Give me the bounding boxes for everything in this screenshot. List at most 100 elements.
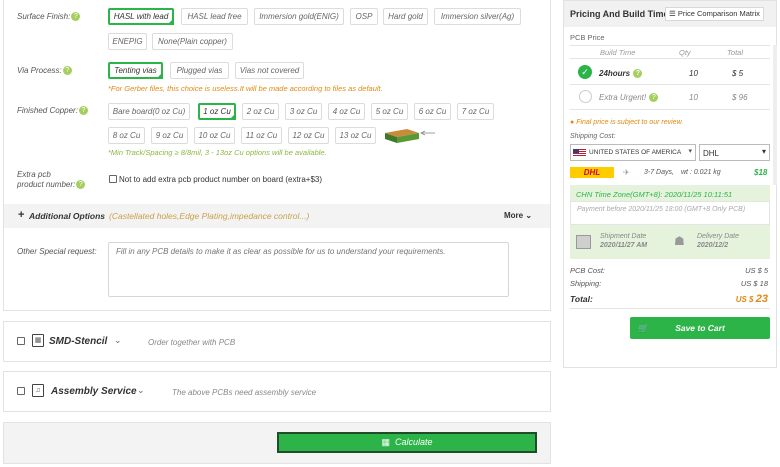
no-extra-number-checkbox[interactable] bbox=[109, 175, 117, 183]
us-flag-icon bbox=[573, 149, 586, 157]
table-icon: ☰ bbox=[669, 9, 676, 18]
carrier-value: DHL bbox=[703, 149, 720, 158]
help-icon[interactable]: ? bbox=[633, 69, 643, 79]
more-toggle[interactable]: More ⌄ bbox=[504, 211, 532, 220]
option-7oz-cu[interactable]: 7 oz Cu bbox=[457, 103, 494, 120]
option-2oz-cu[interactable]: 2 oz Cu bbox=[242, 103, 279, 120]
row-24hours-radio[interactable]: ✓ bbox=[578, 65, 592, 79]
smd-stencil-desc: Order together with PCB bbox=[148, 338, 236, 347]
chevron-down-icon: ⌄ bbox=[525, 211, 533, 220]
option-osp[interactable]: OSP bbox=[350, 8, 378, 25]
row-urgent-radio[interactable] bbox=[579, 90, 592, 103]
country-value: UNITED STATES OF AMERICA bbox=[589, 149, 682, 156]
timezone-text: CHN Time Zone(GMT+8): 2020/11/25 10:11:5… bbox=[576, 190, 733, 199]
country-select[interactable]: UNITED STATES OF AMERICA ▾ bbox=[570, 144, 696, 161]
smd-stencil-checkbox[interactable] bbox=[17, 337, 25, 345]
pcb-options-panel: Surface Finish:? HASL with lead HASL lea… bbox=[3, 0, 551, 311]
scrollbar[interactable] bbox=[773, 45, 777, 185]
pcb-copper-illustration-icon bbox=[383, 127, 441, 145]
col-qty: Qty bbox=[679, 48, 691, 57]
save-to-cart-button[interactable]: 🛒 Save to Cart bbox=[630, 317, 770, 339]
surface-finish-label: Surface Finish:? bbox=[17, 12, 81, 22]
special-request-label: Other Special request: bbox=[17, 247, 97, 256]
total-label: Total: bbox=[570, 294, 593, 304]
final-price-note: ● Final price is subject to our review. bbox=[570, 119, 684, 126]
option-6oz-cu[interactable]: 6 oz Cu bbox=[414, 103, 451, 120]
assembly-checkbox[interactable] bbox=[17, 387, 25, 395]
finished-copper-label: Finished Copper:? bbox=[17, 106, 88, 116]
option-vias-not-covered[interactable]: Vias not covered bbox=[235, 62, 304, 79]
info-icon: ● bbox=[570, 119, 575, 126]
chevron-down-icon[interactable]: ⌄ bbox=[137, 385, 145, 396]
delivery-date: 2020/12/2 bbox=[697, 242, 729, 249]
option-enepig[interactable]: ENEPIG bbox=[108, 33, 147, 50]
row-urgent-qty: 10 bbox=[689, 93, 698, 102]
option-11oz-cu[interactable]: 11 oz Cu bbox=[241, 127, 282, 144]
help-icon[interactable]: ? bbox=[649, 93, 659, 103]
col-total: Total bbox=[727, 48, 743, 57]
assembly-title[interactable]: Assembly Service bbox=[51, 386, 137, 397]
option-hard-gold[interactable]: Hard gold bbox=[383, 8, 428, 25]
plus-icon: + bbox=[18, 209, 25, 221]
option-hasl-lead-free[interactable]: HASL lead free bbox=[181, 8, 248, 25]
chevron-down-icon: ▾ bbox=[761, 147, 766, 156]
option-10oz-cu[interactable]: 10 oz Cu bbox=[194, 127, 235, 144]
smd-stencil-title[interactable]: SMD-Stencil bbox=[49, 336, 107, 347]
option-tenting-vias[interactable]: Tenting vias bbox=[108, 62, 163, 79]
help-icon[interactable]: ? bbox=[71, 12, 81, 22]
delivery-label: Delivery Date bbox=[697, 233, 740, 240]
smd-stencil-panel: ▦ SMD-Stencil ⌄ Order together with PCB bbox=[3, 321, 551, 362]
price-matrix-button[interactable]: ☰ Price Comparison Matrix bbox=[665, 7, 764, 21]
option-hasl-with-lead[interactable]: HASL with lead bbox=[108, 8, 174, 25]
calculate-button[interactable]: ▦ Calculate bbox=[277, 432, 537, 453]
plane-icon: ✈ bbox=[623, 168, 630, 177]
pricing-header: Pricing And Build Time ☰ Price Compariso… bbox=[564, 1, 776, 27]
help-icon[interactable]: ? bbox=[76, 180, 86, 190]
ship-days: 3-7 Days, bbox=[644, 169, 674, 176]
option-enig[interactable]: Immersion gold(ENIG) bbox=[254, 8, 344, 25]
chevron-down-icon[interactable]: ⌄ bbox=[114, 335, 122, 346]
pcb-price-label: PCB Price bbox=[570, 33, 605, 42]
extra-number-label: Extra pcb product number:? bbox=[17, 170, 86, 190]
row-urgent-total: $ 96 bbox=[732, 93, 748, 102]
special-request-input[interactable] bbox=[108, 242, 509, 297]
assembly-desc: The above PCBs need assembly service bbox=[172, 388, 317, 397]
option-1oz-cu[interactable]: 1 oz Cu bbox=[198, 103, 236, 120]
row-24hours-qty: 10 bbox=[689, 69, 698, 78]
carrier-select[interactable]: DHL ▾ bbox=[699, 144, 770, 161]
pricing-panel: Pricing And Build Time ☰ Price Compariso… bbox=[563, 0, 777, 368]
stencil-icon: ▦ bbox=[32, 334, 44, 347]
row-24hours-time: 24hours ? bbox=[599, 69, 643, 79]
shipping-cost-label: Shipping Cost: bbox=[570, 133, 616, 140]
pcb-cost-value: US $ 5 bbox=[745, 266, 768, 275]
pcb-cost-label: PCB Cost: bbox=[570, 266, 606, 275]
option-12oz-cu[interactable]: 12 oz Cu bbox=[288, 127, 329, 144]
option-plugged-vias[interactable]: Plugged vias bbox=[170, 62, 229, 79]
option-4oz-cu[interactable]: 4 oz Cu bbox=[328, 103, 365, 120]
dhl-logo: DHL bbox=[570, 167, 614, 178]
option-8oz-cu[interactable]: 8 oz Cu bbox=[108, 127, 145, 144]
option-5oz-cu[interactable]: 5 oz Cu bbox=[371, 103, 408, 120]
option-13oz-cu[interactable]: 13 oz Cu bbox=[335, 127, 376, 144]
help-icon[interactable]: ? bbox=[62, 66, 72, 76]
option-immersion-silver[interactable]: Immersion silver(Ag) bbox=[434, 8, 521, 25]
col-build-time: Build Time bbox=[600, 48, 636, 57]
copper-note: *Min Track/Spacing ≥ 8/8mil, 3 - 13oz Cu… bbox=[108, 148, 327, 157]
help-icon[interactable]: ? bbox=[78, 106, 88, 116]
calculate-bar: ▦ Calculate bbox=[3, 422, 551, 464]
via-process-note: *For Gerber files, this choice is useles… bbox=[108, 84, 383, 93]
option-none-plain-copper[interactable]: None(Plain copper) bbox=[152, 33, 233, 50]
option-9oz-cu[interactable]: 9 oz Cu bbox=[151, 127, 188, 144]
dates-box: Shipment Date 2020/11/27 AM ☗ Delivery D… bbox=[570, 225, 770, 259]
option-3oz-cu[interactable]: 3 oz Cu bbox=[285, 103, 322, 120]
shipment-label: Shipment Date bbox=[600, 233, 647, 240]
no-extra-number-label: Not to add extra pcb product number on b… bbox=[119, 175, 323, 184]
cart-icon: 🛒 bbox=[638, 323, 649, 333]
shipment-date: 2020/11/27 AM bbox=[600, 242, 648, 249]
delivery-person-icon: ☗ bbox=[674, 234, 685, 248]
payment-note: Payment before 2020/11/25 18:00 (GMT+8 O… bbox=[577, 206, 746, 213]
additional-options-bar[interactable]: + Additional Options (Castellated holes,… bbox=[4, 204, 550, 228]
additional-options-title: Additional Options bbox=[29, 211, 106, 221]
option-bare-board[interactable]: Bare board(0 oz Cu) bbox=[108, 103, 190, 120]
timezone-bar: CHN Time Zone(GMT+8): 2020/11/25 10:11:5… bbox=[570, 185, 770, 201]
